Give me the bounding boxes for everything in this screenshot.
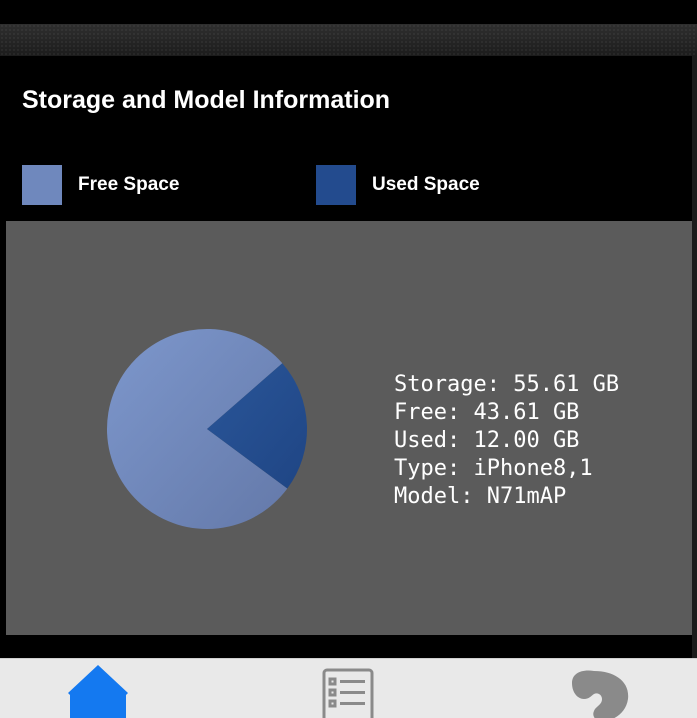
house-icon [68,665,128,718]
info-storage: Storage: 55.61 GB [394,372,620,397]
ear-icon [572,670,629,718]
info-used: Used: 12.00 GB [394,428,580,453]
legend-free-space: Free Space [22,165,179,205]
legend-used-space: Used Space [316,165,480,205]
tab-bar [0,658,697,718]
storage-pie-chart [107,329,307,529]
legend-swatch-used [316,165,356,205]
legend-swatch-free [22,165,62,205]
device-info: Storage: 55.61 GB Free: 43.61 GB Used: 1… [394,371,619,511]
tab-home[interactable] [48,659,148,718]
info-type: Type: iPhone8,1 [394,456,593,481]
status-bar [0,0,697,24]
tab-list[interactable] [298,659,398,718]
storage-panel: Storage and Model Information Free Space… [6,56,692,658]
legend-label-free: Free Space [78,174,180,195]
list-icon [322,668,374,718]
tab-about[interactable] [548,659,648,718]
info-free: Free: 43.61 GB [394,400,580,425]
nav-bar [0,24,697,56]
legend-label-used: Used Space [372,174,480,195]
chart-area: Storage: 55.61 GB Free: 43.61 GB Used: 1… [6,221,692,635]
page-title: Storage and Model Information [22,86,391,114]
info-model: Model: N71mAP [394,484,567,509]
side-strip [692,56,697,658]
